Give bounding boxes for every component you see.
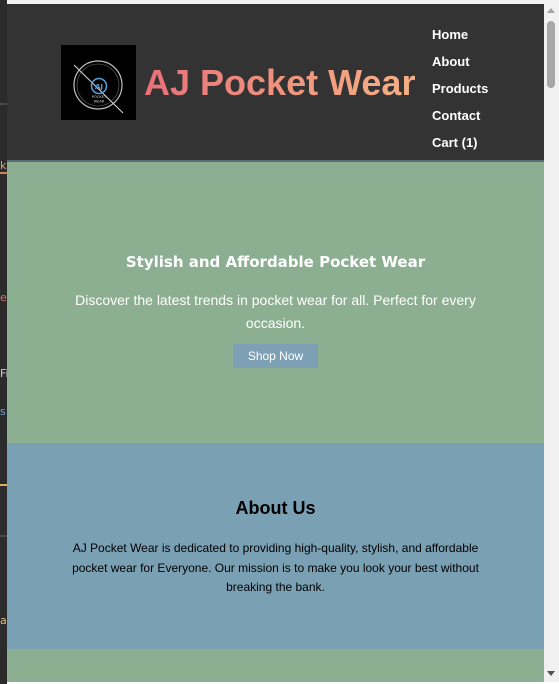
background-fragment: e: [0, 292, 7, 304]
vertical-scrollbar[interactable]: [544, 4, 559, 682]
nav-link-about[interactable]: About: [432, 53, 488, 80]
hero-text: Discover the latest trends in pocket wea…: [75, 292, 476, 331]
scrollbar-thumb[interactable]: [547, 21, 555, 88]
logo-emblem-icon: AJ POCKET WEAR: [61, 45, 136, 120]
svg-text:POCKET: POCKET: [92, 95, 107, 99]
page-content: AJ POCKET WEAR AJ Pocket Wear Home About…: [7, 4, 544, 682]
nav-link-products[interactable]: Products: [432, 80, 488, 107]
products-section-partial: [7, 649, 544, 682]
background-underline: [0, 484, 7, 486]
about-section: About Us AJ Pocket Wear is dedicated to …: [7, 443, 544, 649]
nav-link-cart[interactable]: Cart (1): [432, 134, 488, 161]
about-text: AJ Pocket Wear is dedicated to providing…: [72, 541, 479, 594]
shop-now-button[interactable]: Shop Now: [233, 344, 318, 368]
hero-title: Stylish and Affordable Pocket Wear: [125, 253, 426, 271]
hero-section: Stylish and Affordable Pocket Wear Disco…: [7, 162, 544, 443]
about-title: About Us: [235, 498, 316, 518]
svg-text:WEAR: WEAR: [94, 100, 105, 104]
background-fragment: k: [0, 160, 7, 172]
background-fragment: Fi: [0, 368, 7, 380]
brand-logo[interactable]: AJ POCKET WEAR: [61, 45, 136, 120]
scroll-up-arrow-icon[interactable]: [547, 8, 555, 13]
scroll-down-arrow-icon[interactable]: [547, 671, 555, 676]
background-divider: [0, 103, 7, 105]
brand-title: AJ Pocket Wear: [144, 62, 416, 103]
site-header: AJ POCKET WEAR AJ Pocket Wear Home About…: [7, 4, 544, 162]
svg-text:AJ: AJ: [95, 83, 103, 91]
background-fragment: a: [0, 615, 7, 627]
background-underline: [0, 172, 7, 174]
browser-window: AJ POCKET WEAR AJ Pocket Wear Home About…: [7, 4, 559, 682]
background-divider: [0, 535, 7, 537]
main-nav: Home About Products Contact Cart (1): [432, 26, 488, 161]
background-window-strip: k e Fi s a: [0, 0, 7, 684]
nav-link-home[interactable]: Home: [432, 26, 488, 53]
nav-link-contact[interactable]: Contact: [432, 107, 488, 134]
background-fragment: s: [0, 406, 6, 418]
